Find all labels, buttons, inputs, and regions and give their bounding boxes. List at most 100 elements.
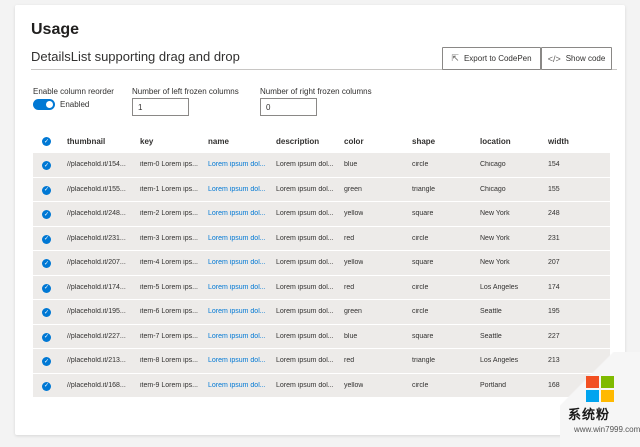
export-codepen-label: Export to CodePen	[463, 54, 532, 63]
row-checkbox[interactable]: ✓	[42, 161, 51, 170]
cell-width: 248	[548, 210, 560, 217]
cell-location: New York	[480, 234, 510, 242]
table-row[interactable]: ✓ //placehold.it/154... item-0 Lorem ips..…	[33, 153, 610, 178]
table-row[interactable]: ✓ //placehold.it/207... item-4 Lorem ips..…	[33, 251, 610, 276]
windows-logo-icon	[586, 376, 614, 402]
right-frozen-label: Number of right frozen columns	[260, 87, 372, 96]
cell-name[interactable]: Lorem ipsum dol...	[208, 284, 266, 291]
details-list: ✓ thumbnail key name description color s…	[33, 131, 610, 398]
column-header-location[interactable]: location	[480, 137, 511, 146]
row-checkbox[interactable]: ✓	[42, 308, 51, 317]
column-header-description[interactable]: description	[276, 137, 319, 146]
row-checkbox[interactable]: ✓	[42, 234, 51, 244]
table-row[interactable]: ✓ //placehold.it/227... item-7 Lorem ips..…	[33, 324, 610, 349]
cell-color: blue	[344, 332, 358, 340]
cell-color: blue	[344, 161, 358, 168]
external-link-icon: ⇱	[451, 53, 459, 63]
cell-key: item-3 Lorem ips...	[140, 234, 198, 242]
section-title: DetailsList supporting drag and drop	[31, 49, 240, 64]
row-checkbox[interactable]: ✓	[42, 185, 51, 195]
column-header-thumbnail[interactable]: thumbnail	[67, 137, 105, 146]
cell-width: 168	[548, 381, 560, 389]
cell-key: item-7 Lorem ips...	[140, 332, 198, 340]
cell-width: 155	[548, 185, 560, 193]
cell-thumbnail: //placehold.it/231...	[67, 234, 126, 242]
cell-location: Chicago	[480, 161, 506, 168]
cell-name[interactable]: Lorem ipsum dol...	[208, 308, 266, 315]
cell-location: Portland	[480, 381, 507, 389]
table-row[interactable]: ✓ //placehold.it/213... item-8 Lorem ips..…	[33, 349, 610, 374]
show-code-button[interactable]: </> Show code	[541, 47, 612, 70]
header-row: ✓ thumbnail key name description color s…	[33, 131, 610, 153]
reorder-toggle[interactable]	[33, 99, 55, 110]
cell-key: item-6 Lorem ips...	[140, 308, 198, 315]
cell-description: Lorem ipsum dol...	[276, 283, 334, 291]
cell-key: item-9 Lorem ips...	[140, 381, 198, 389]
left-frozen-input[interactable]	[132, 98, 189, 116]
logo-green-tile	[601, 376, 614, 388]
code-icon: </>	[547, 53, 561, 64]
cell-color: green	[344, 308, 362, 315]
table-row[interactable]: ✓ //placehold.it/155... item-1 Lorem ips..…	[33, 177, 610, 202]
cell-name[interactable]: Lorem ipsum dol...	[208, 210, 266, 217]
cell-width: 154	[548, 161, 560, 168]
cell-width: 195	[548, 308, 560, 315]
reorder-state-text: Enabled	[60, 100, 90, 109]
cell-key: item-0 Lorem ips...	[140, 161, 198, 168]
cell-description: Lorem ipsum dol...	[276, 308, 334, 315]
table-row[interactable]: ✓ //placehold.it/195... item-6 Lorem ips..…	[33, 300, 610, 325]
cell-key: item-1 Lorem ips...	[140, 185, 198, 193]
column-header-width[interactable]: width	[548, 137, 569, 146]
table-row[interactable]: ✓ //placehold.it/168... item-9 Lorem ips..…	[33, 373, 610, 398]
cell-location: New York	[480, 210, 510, 217]
cell-shape: circle	[412, 234, 429, 242]
watermark-url: www.win7999.com	[574, 425, 640, 434]
cell-shape: circle	[412, 308, 429, 315]
cell-description: Lorem ipsum dol...	[276, 210, 334, 217]
table-body: ✓ //placehold.it/154... item-0 Lorem ips..…	[33, 153, 610, 398]
cell-location: Los Angeles	[480, 283, 519, 291]
cell-name[interactable]: Lorem ipsum dol...	[208, 357, 266, 364]
row-checkbox[interactable]: ✓	[42, 332, 51, 342]
cell-color: green	[344, 185, 362, 193]
cell-color: red	[344, 234, 355, 242]
cell-description: Lorem ipsum dol...	[276, 259, 334, 266]
cell-shape: square	[412, 210, 434, 217]
row-checkbox[interactable]: ✓	[42, 210, 51, 219]
column-header-shape[interactable]: shape	[412, 137, 435, 146]
cell-name[interactable]: Lorem ipsum dol...	[208, 259, 266, 266]
right-frozen-input[interactable]	[260, 98, 317, 116]
cell-location: Chicago	[480, 185, 506, 193]
row-checkbox[interactable]: ✓	[42, 357, 51, 366]
row-checkbox[interactable]: ✓	[42, 381, 51, 391]
cell-location: Los Angeles	[480, 357, 519, 364]
cell-description: Lorem ipsum dol...	[276, 357, 334, 364]
cell-width: 231	[548, 234, 560, 242]
select-all-checkbox[interactable]: ✓	[42, 137, 51, 146]
cell-description: Lorem ipsum dol...	[276, 161, 334, 168]
row-checkbox[interactable]: ✓	[42, 283, 51, 293]
column-header-name[interactable]: name	[208, 137, 229, 146]
cell-description: Lorem ipsum dol...	[276, 185, 334, 193]
cell-name[interactable]: Lorem ipsum dol...	[208, 382, 266, 389]
cell-shape: circle	[412, 381, 429, 389]
cell-name[interactable]: Lorem ipsum dol...	[208, 235, 266, 242]
cell-name[interactable]: Lorem ipsum dol...	[208, 161, 266, 168]
cell-color: yellow	[344, 210, 364, 217]
cell-shape: triangle	[412, 185, 435, 193]
cell-width: 207	[548, 259, 560, 266]
table-row[interactable]: ✓ //placehold.it/231... item-3 Lorem ips..…	[33, 226, 610, 251]
cell-color: yellow	[344, 259, 364, 266]
column-header-key[interactable]: key	[140, 137, 153, 146]
column-header-color[interactable]: color	[344, 137, 364, 146]
export-codepen-button[interactable]: ⇱ Export to CodePen	[442, 47, 541, 70]
row-checkbox[interactable]: ✓	[42, 259, 51, 268]
cell-name[interactable]: Lorem ipsum dol...	[208, 186, 266, 193]
cell-color: red	[344, 283, 355, 291]
cell-shape: circle	[412, 161, 429, 168]
cell-key: item-5 Lorem ips...	[140, 283, 198, 291]
cell-name[interactable]: Lorem ipsum dol...	[208, 333, 266, 340]
table-row[interactable]: ✓ //placehold.it/174... item-5 Lorem ips..…	[33, 275, 610, 300]
table-row[interactable]: ✓ //placehold.it/248... item-2 Lorem ips..…	[33, 202, 610, 227]
logo-red-tile	[586, 376, 599, 388]
